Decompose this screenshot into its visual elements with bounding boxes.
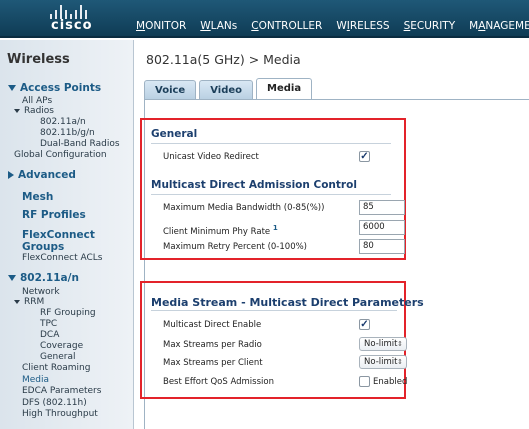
- sidebar-item-radio-bgn[interactable]: 802.11b/g/n: [40, 128, 95, 138]
- sidebar-item-edca[interactable]: EDCA Parameters: [22, 386, 101, 396]
- multicast-direct-enable-checkbox[interactable]: ✓: [359, 319, 370, 330]
- sidebar: Wireless Access Points All APs Radios 80…: [0, 40, 134, 429]
- mdac-heading: Multicast Direct Admission Control: [151, 179, 357, 191]
- sidebar-item-band-an[interactable]: 802.11a/n: [8, 272, 79, 284]
- cisco-bars-icon: [50, 5, 90, 19]
- sidebar-item-access-points[interactable]: Access Points: [8, 82, 101, 94]
- divider: [151, 310, 397, 311]
- max-retry-percent-input[interactable]: 80: [359, 239, 405, 254]
- nav-monitor[interactable]: MONITOR: [136, 20, 186, 32]
- best-effort-qos-label: Best Effort QoS Admission: [163, 377, 274, 387]
- chevron-updown-icon: ⇕: [397, 340, 403, 348]
- expand-icon: [8, 85, 16, 91]
- multicast-direct-enable-label: Multicast Direct Enable: [163, 320, 262, 330]
- max-retry-percent-label: Maximum Retry Percent (0-100%): [163, 242, 307, 252]
- sidebar-item-flexconnect-groups-2[interactable]: Groups: [22, 241, 64, 253]
- sidebar-item-mesh[interactable]: Mesh: [22, 191, 53, 203]
- page-title: 802.11a(5 GHz) > Media: [146, 52, 301, 67]
- sidebar-item-global-config[interactable]: Global Configuration: [14, 150, 107, 160]
- expand-icon: [14, 299, 20, 304]
- max-streams-client-select[interactable]: No-limit ⇕: [359, 355, 407, 369]
- sidebar-item-general[interactable]: General: [40, 352, 75, 362]
- divider: [151, 143, 391, 144]
- client-min-phy-rate-input[interactable]: 6000: [359, 220, 405, 235]
- best-effort-qos-enabled-label: Enabled: [373, 377, 408, 387]
- tab-bar: Voice Video Media: [144, 78, 315, 100]
- nav-management[interactable]: MANAGEMENT: [469, 20, 529, 32]
- nav-wlans[interactable]: WLANs: [200, 20, 237, 32]
- sidebar-title: Wireless: [7, 52, 70, 67]
- main-nav: MONITOR WLANs CONTROLLER WIRELESS SECURI…: [136, 20, 529, 32]
- divider: [151, 194, 391, 195]
- max-media-bandwidth-label: Maximum Media Bandwidth (0-85(%)): [163, 203, 325, 213]
- sidebar-item-coverage[interactable]: Coverage: [40, 341, 83, 351]
- tab-media[interactable]: Media: [256, 78, 313, 100]
- general-heading: General: [151, 128, 198, 140]
- sidebar-item-radio-an[interactable]: 802.11a/n: [40, 117, 86, 127]
- client-min-phy-rate-label: Client Minimum Phy Rate 1: [163, 223, 278, 237]
- best-effort-qos-checkbox[interactable]: [359, 376, 370, 387]
- unicast-video-redirect-checkbox[interactable]: ✓: [359, 151, 370, 162]
- max-streams-radio-label: Max Streams per Radio: [163, 340, 262, 350]
- nav-wireless[interactable]: WIRELESS: [336, 20, 389, 32]
- sidebar-item-flexconnect-groups[interactable]: FlexConnect: [22, 229, 95, 241]
- sidebar-item-dual-band[interactable]: Dual-Band Radios: [40, 139, 120, 149]
- sidebar-item-network[interactable]: Network: [22, 287, 60, 297]
- expand-icon: [8, 171, 14, 179]
- sidebar-item-high-throughput[interactable]: High Throughput: [22, 409, 98, 419]
- cisco-logo: cisco: [6, 3, 126, 35]
- sidebar-item-client-roaming[interactable]: Client Roaming: [22, 363, 90, 373]
- tab-video[interactable]: Video: [199, 80, 254, 100]
- sidebar-item-rf-profiles[interactable]: RF Profiles: [22, 209, 86, 221]
- max-streams-radio-select[interactable]: No-limit ⇕: [359, 337, 407, 351]
- unicast-video-redirect-label: Unicast Video Redirect: [163, 152, 259, 162]
- nav-controller[interactable]: CONTROLLER: [251, 20, 322, 32]
- max-media-bandwidth-input[interactable]: 85: [359, 200, 405, 215]
- sidebar-item-media[interactable]: Media: [22, 375, 49, 385]
- expand-icon: [8, 275, 16, 281]
- expand-icon: [14, 108, 20, 113]
- sidebar-item-dfs[interactable]: DFS (802.11h): [22, 398, 87, 408]
- sidebar-item-dca[interactable]: DCA: [40, 330, 59, 340]
- logo-text: cisco: [51, 18, 93, 33]
- nav-security[interactable]: SECURITY: [404, 20, 456, 32]
- sidebar-item-radios[interactable]: Radios: [14, 106, 54, 116]
- sidebar-item-rrm[interactable]: RRM: [14, 297, 44, 307]
- tab-voice[interactable]: Voice: [144, 80, 197, 100]
- sidebar-item-all-aps[interactable]: All APs: [22, 96, 52, 106]
- media-stream-heading: Media Stream - Multicast Direct Paramete…: [151, 296, 424, 309]
- sidebar-item-advanced[interactable]: Advanced: [8, 169, 76, 181]
- sidebar-item-flexconnect-acls[interactable]: FlexConnect ACLs: [22, 253, 102, 263]
- chevron-updown-icon: ⇕: [397, 358, 403, 366]
- top-bar: cisco MONITOR WLANs CONTROLLER WIRELESS …: [0, 0, 529, 38]
- sidebar-item-tpc[interactable]: TPC: [40, 319, 57, 329]
- sidebar-item-rf-grouping[interactable]: RF Grouping: [40, 308, 96, 318]
- max-streams-client-label: Max Streams per Client: [163, 358, 263, 368]
- footnote-marker: 1: [272, 223, 278, 232]
